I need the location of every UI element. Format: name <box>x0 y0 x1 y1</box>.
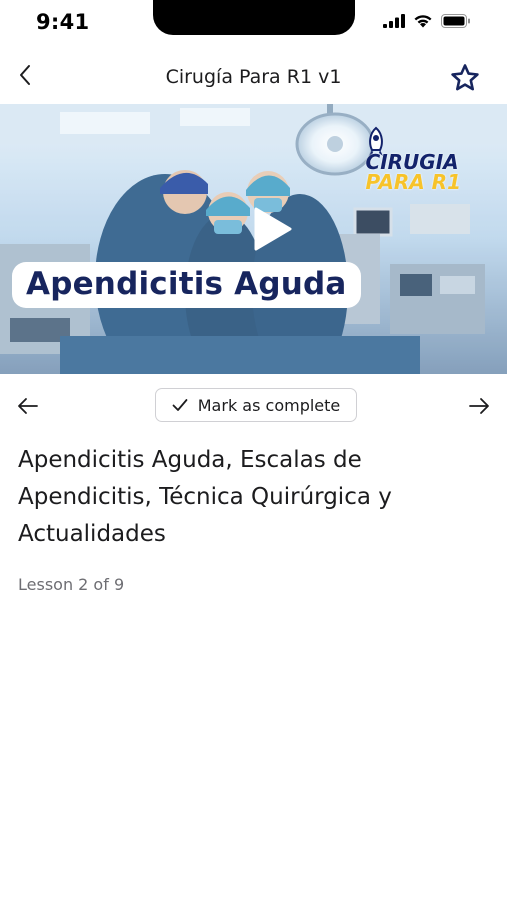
next-lesson-button[interactable] <box>465 392 493 420</box>
play-button[interactable] <box>247 204 297 254</box>
star-outline-icon <box>451 64 479 91</box>
video-caption-badge: Apendicitis Aguda <box>12 262 361 308</box>
battery-icon <box>441 14 470 28</box>
play-icon <box>254 207 292 251</box>
status-time: 9:41 <box>36 10 90 34</box>
lesson-video[interactable]: CIRUGIA PARA R1 Apendicitis Aguda <box>0 104 507 374</box>
status-icons <box>383 14 471 28</box>
lesson-progress: Lesson 2 of 9 <box>18 575 125 594</box>
page-title: Cirugía Para R1 v1 <box>165 66 342 88</box>
brand-logo-line2: PARA R1 <box>365 170 461 194</box>
brand-logo-line1: CIRUGIA <box>365 150 459 174</box>
device-notch <box>153 0 355 35</box>
arrow-right-icon <box>469 398 489 414</box>
checkmark-icon <box>172 399 188 411</box>
brand-logo: CIRUGIA PARA R1 <box>366 152 461 192</box>
mark-complete-button[interactable]: Mark as complete <box>155 388 357 422</box>
video-caption-text: Apendicitis Aguda <box>26 266 347 302</box>
mark-complete-label: Mark as complete <box>197 395 341 415</box>
status-bar: 9:41 <box>0 0 507 48</box>
navigation-bar: Cirugía Para R1 v1 <box>0 48 507 104</box>
lesson-title: Apendicitis Aguda, Escalas de Apendiciti… <box>18 447 392 547</box>
previous-lesson-button[interactable] <box>14 392 42 420</box>
favorite-button[interactable] <box>449 62 481 94</box>
arrow-left-icon <box>18 398 38 414</box>
cellular-signal-icon <box>383 14 405 28</box>
wifi-icon <box>414 15 432 28</box>
lesson-controls: Mark as complete <box>0 388 507 424</box>
